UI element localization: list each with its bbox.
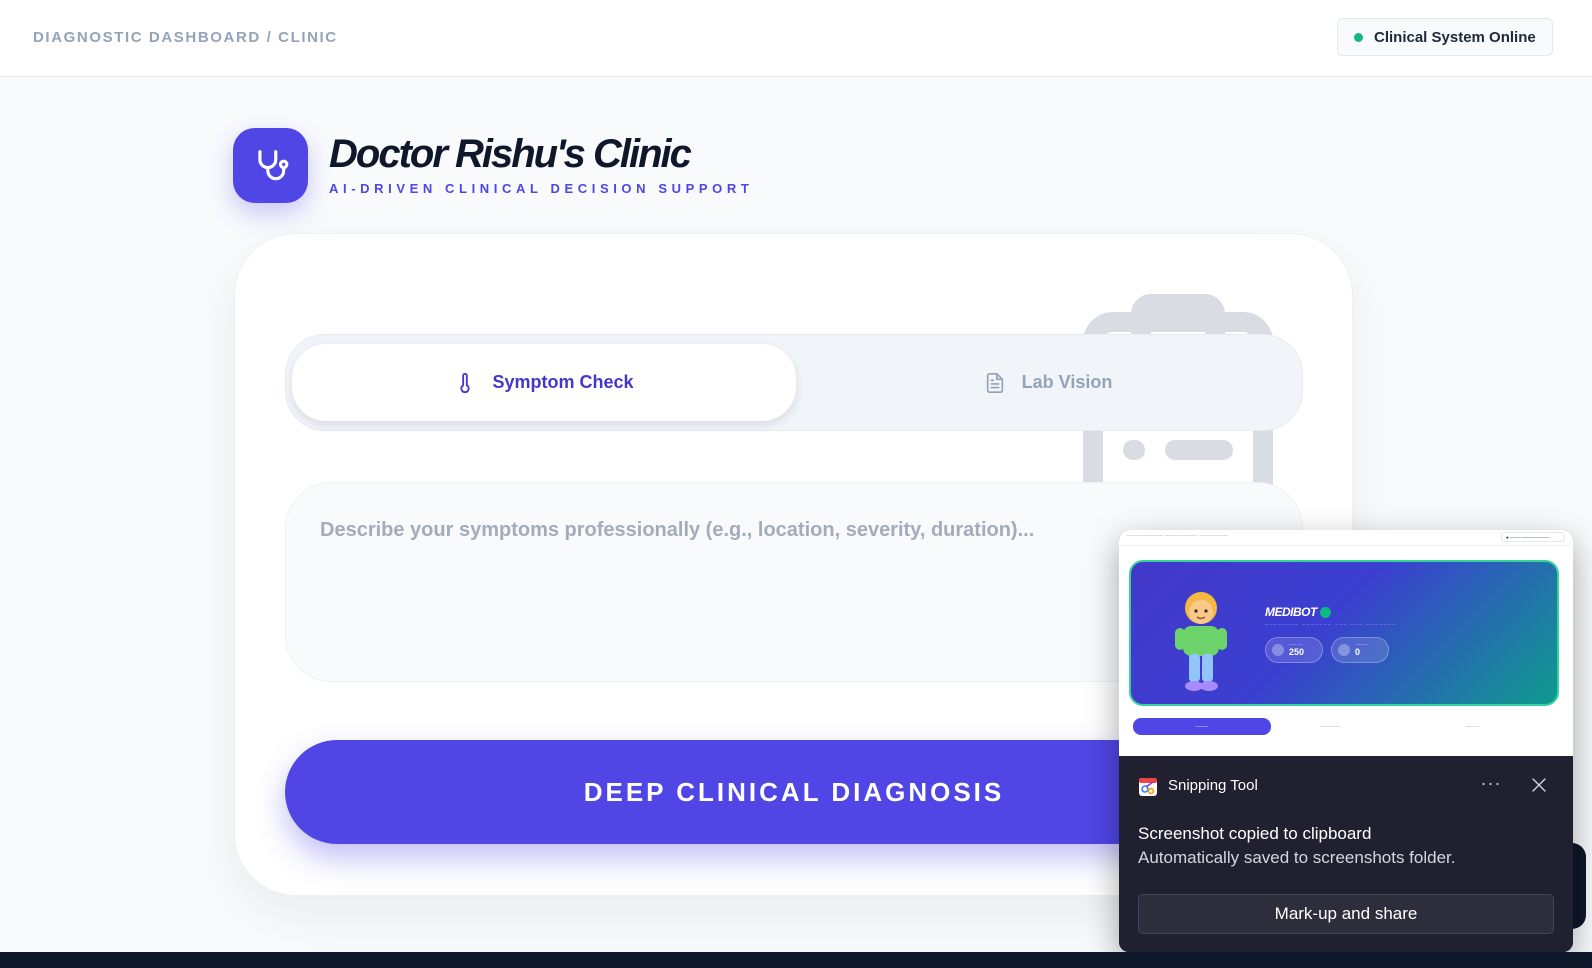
preview-breadcrumb: ───────── ──────── ─────── xyxy=(1127,533,1228,539)
mode-tabs: Symptom Check Lab Vision xyxy=(285,334,1303,431)
preview-hero-banner: MEDIBOT ──────── ─────── ─── ─── ───────… xyxy=(1129,560,1559,706)
preview-topbar: ───────── ──────── ─────── ● ─── ───────… xyxy=(1119,530,1573,546)
points-icon xyxy=(1272,644,1284,656)
preview-tab: ────── xyxy=(1321,724,1341,729)
preview-tabs: ──── ────── ──── xyxy=(1131,716,1561,736)
snipping-tool-notification: ───────── ──────── ─────── ● ─── ───────… xyxy=(1119,530,1573,952)
status-dot-icon xyxy=(1354,32,1363,42)
markup-share-button[interactable]: Mark-up and share xyxy=(1138,894,1554,934)
notification-title: Screenshot copied to clipboard xyxy=(1138,824,1372,843)
system-status-label: Clinical System Online xyxy=(1374,28,1536,46)
notification-detail: Automatically saved to screenshots folde… xyxy=(1138,848,1456,867)
close-notification-button[interactable] xyxy=(1523,770,1555,800)
more-options-button[interactable]: ··· xyxy=(1475,770,1507,800)
breadcrumb: DIAGNOSTIC DASHBOARD / CLINIC xyxy=(33,29,338,46)
system-status-badge: Clinical System Online xyxy=(1337,18,1553,56)
preview-tab: ──── xyxy=(1466,724,1479,729)
preview-stat-points: ─── ── 250 xyxy=(1265,637,1323,663)
screenshot-preview[interactable]: ───────── ──────── ─────── ● ─── ───────… xyxy=(1119,530,1573,756)
notification-body: Snipping Tool ··· Screenshot copied to c… xyxy=(1119,756,1573,952)
bottom-edge xyxy=(0,952,1592,968)
close-icon xyxy=(1532,778,1546,792)
avatar-character-icon xyxy=(1175,592,1227,691)
preview-subtitle: ──────── ─────── ─── ─── ─────── xyxy=(1265,622,1397,627)
clinic-title: Doctor Rishu's Clinic xyxy=(329,132,692,176)
stethoscope-icon xyxy=(257,149,288,180)
streak-icon xyxy=(1338,644,1350,656)
thermometer-icon xyxy=(454,370,476,396)
snipping-tool-icon xyxy=(1139,778,1157,796)
tab-symptom-check-label: Symptom Check xyxy=(492,372,634,392)
preview-tab-active: ──── xyxy=(1133,718,1271,735)
preview-title: MEDIBOT xyxy=(1265,605,1331,619)
tab-lab-vision[interactable]: Lab Vision xyxy=(796,344,1300,421)
tab-symptom-check[interactable]: Symptom Check xyxy=(292,344,796,421)
preview-status-pill: ● ─── ───────── xyxy=(1501,532,1565,542)
preview-stat-streak: ─── ── 0 xyxy=(1331,637,1389,663)
document-icon xyxy=(984,370,1006,396)
clinic-subtitle: AI-DRIVEN CLINICAL DECISION SUPPORT xyxy=(329,181,754,196)
verified-badge-icon xyxy=(1319,607,1331,619)
tab-lab-vision-label: Lab Vision xyxy=(1021,372,1113,392)
brand-logo xyxy=(233,128,308,203)
top-bar: DIAGNOSTIC DASHBOARD / CLINIC Clinical S… xyxy=(0,0,1592,77)
notification-app-name: Snipping Tool xyxy=(1168,777,1258,794)
